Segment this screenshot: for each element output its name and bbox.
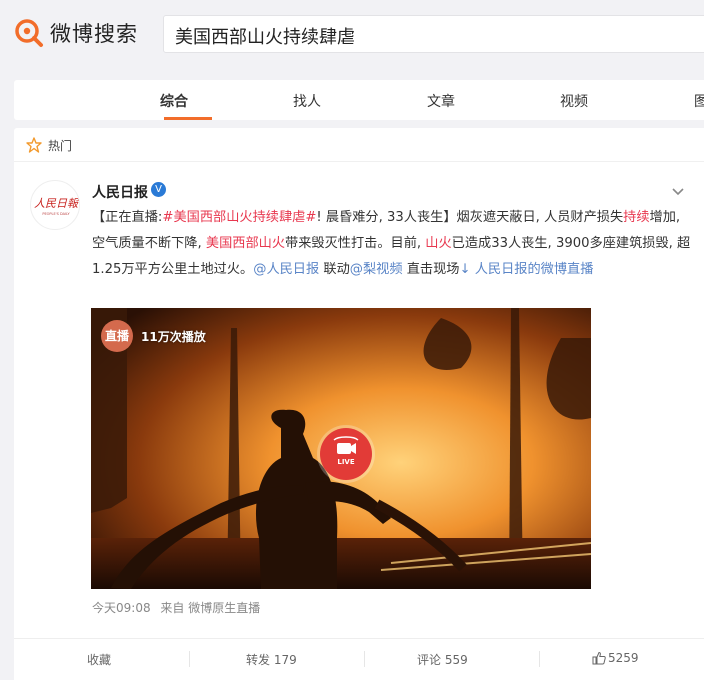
text-segment: 【正在直播: <box>92 210 163 225</box>
post-meta: 今天09:08 来自 微博原生直播 <box>92 599 260 616</box>
active-tab-indicator <box>164 117 212 120</box>
favorite-button[interactable]: 收藏 <box>87 651 111 668</box>
play-count: 11万次播放 <box>141 329 206 344</box>
repost-label: 转发 <box>246 653 271 667</box>
avatar[interactable]: 人民日報 PEOPLE'S DAILY <box>30 180 80 230</box>
logo-text: 微博搜索 <box>50 22 138 46</box>
hot-section-header: 热门 <box>14 128 704 162</box>
post-card: 热门 人民日報 PEOPLE'S DAILY 人民日报 V 【正在直播:#美国西… <box>14 128 704 680</box>
author-name[interactable]: 人民日报 <box>92 182 148 202</box>
post-time[interactable]: 今天09:08 <box>92 601 151 615</box>
avatar-subtext: PEOPLE'S DAILY <box>42 212 70 216</box>
result-tabs: 综合 找人 文章 视频 图 <box>14 80 704 120</box>
keyword-highlight: 美国西部山火 <box>205 236 286 251</box>
live-play-button[interactable]: LIVE <box>320 428 372 480</box>
search-query: 美国西部山火持续肆虐 <box>175 27 355 48</box>
divider <box>189 651 190 667</box>
text-segment: ! 晨昏难分, 33人丧生】烟灰遮天蔽日, 人员财产损失 <box>316 210 624 225</box>
weibo-search-logo[interactable]: 微博搜索 <box>14 18 138 48</box>
text-segment: 联动 <box>319 262 350 277</box>
repost-count: 179 <box>273 653 297 667</box>
text-segment: 直击现场 <box>402 262 460 277</box>
hashtag-link[interactable]: #美国西部山火持续肆虐# <box>162 210 316 225</box>
keyword-highlight: 持续 <box>623 210 650 225</box>
search-input[interactable]: 美国西部山火持续肆虐 <box>163 15 704 53</box>
tab-images[interactable]: 图 <box>694 91 704 111</box>
text-segment: 带来毁灭性打击。目前, <box>285 236 426 251</box>
mention-link[interactable]: @人民日报 <box>253 262 319 277</box>
tab-videos[interactable]: 视频 <box>560 91 588 111</box>
post-source[interactable]: 微博原生直播 <box>188 601 260 615</box>
like-button[interactable]: 5259 <box>592 651 639 665</box>
hot-label: 热门 <box>48 139 73 153</box>
fire-icon <box>26 137 42 153</box>
comment-count: 559 <box>444 653 468 667</box>
tab-comprehensive[interactable]: 综合 <box>160 91 188 111</box>
live-badge: 直播 11万次播放 <box>101 320 206 352</box>
camera-icon <box>333 436 359 454</box>
action-bar: 收藏 转发 179 评论 559 5259 <box>14 638 704 678</box>
video-player[interactable]: 直播 11万次播放 LIVE <box>91 308 591 589</box>
source-prefix: 来自 <box>160 601 185 615</box>
keyword-highlight: 山火 <box>425 236 452 251</box>
chevron-down-icon[interactable] <box>671 184 685 198</box>
avatar-text: 人民日報 <box>34 197 80 210</box>
search-logo-icon <box>14 18 44 48</box>
live-stream-link[interactable]: ↓ 人民日报的微博直播 <box>459 262 593 277</box>
verified-badge-icon: V <box>151 182 166 197</box>
divider <box>539 651 540 667</box>
mention-link[interactable]: @梨视频 <box>350 262 403 277</box>
tab-articles[interactable]: 文章 <box>427 91 455 111</box>
tab-people[interactable]: 找人 <box>293 91 321 111</box>
divider <box>364 651 365 667</box>
repost-button[interactable]: 转发 179 <box>246 651 297 668</box>
thumbs-up-icon <box>592 651 606 665</box>
live-button-label: LIVE <box>337 458 355 466</box>
live-badge-label: 直播 <box>101 320 133 352</box>
header: 微博搜索 美国西部山火持续肆虐 <box>0 0 704 68</box>
comment-button[interactable]: 评论 559 <box>417 651 468 668</box>
like-count: 5259 <box>608 651 639 665</box>
comment-label: 评论 <box>417 653 442 667</box>
post-text: 【正在直播:#美国西部山火持续肆虐#! 晨昏难分, 33人丧生】烟灰遮天蔽日, … <box>92 205 692 283</box>
